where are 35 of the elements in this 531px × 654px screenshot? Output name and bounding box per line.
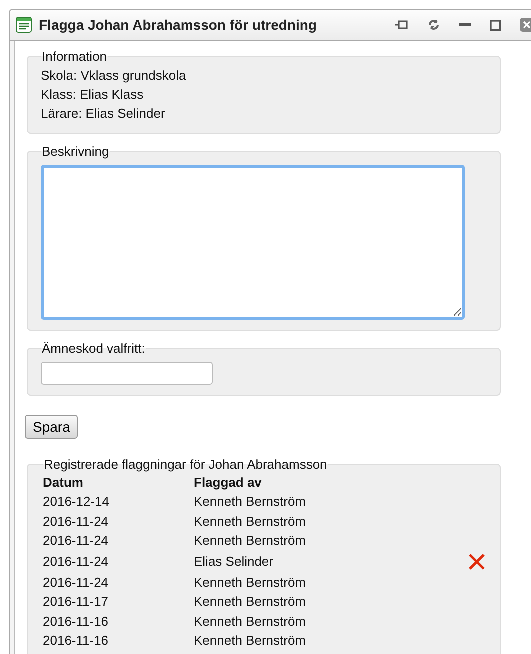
minimize-icon[interactable] bbox=[459, 23, 471, 27]
group-legend: Ämneskod valfritt: bbox=[41, 341, 146, 356]
info-text: Lärare: Elias Selinder bbox=[41, 105, 166, 123]
group-legend: Registrerade flaggningar för Johan Abrahamsson bbox=[43, 457, 328, 472]
subject-code-field[interactable] bbox=[41, 362, 213, 385]
table-cell-text: 2016-11-24 bbox=[43, 574, 110, 592]
table-cell-text: 2016-11-16 bbox=[43, 612, 110, 631]
table-cell-text: 2016-11-17 bbox=[43, 593, 110, 612]
table-cell-text: 2016-11-16 bbox=[43, 632, 110, 650]
table-cell-text: Elias Selinder bbox=[194, 553, 274, 571]
table-cell-text: 2016-11-24 bbox=[43, 532, 110, 550]
group-legend: Beskrivning bbox=[41, 144, 110, 159]
group-legend: Information bbox=[41, 49, 108, 64]
table-cell-text: Kenneth Bernström bbox=[194, 632, 308, 650]
refresh-icon[interactable] bbox=[428, 19, 440, 31]
info-text: Skola: Vklass grundskola bbox=[41, 67, 188, 85]
save-button[interactable]: Spara bbox=[25, 415, 78, 439]
table-cell-text: 2016-11-24 bbox=[43, 553, 110, 571]
table-cell-text: Kenneth Bernström bbox=[194, 512, 308, 531]
column-header: Flaggad av bbox=[194, 474, 263, 492]
column-header: Datum bbox=[43, 474, 84, 492]
table-cell-text: Kenneth Bernström bbox=[194, 593, 308, 612]
table-cell-text: Kenneth Bernström bbox=[194, 574, 308, 592]
table-cell-text: Kenneth Bernström bbox=[194, 612, 308, 631]
table-cell-text: 2016-12-14 bbox=[43, 493, 110, 512]
info-text: Klass: Elias Klass bbox=[41, 86, 145, 104]
table-cell-text: Kenneth Bernström bbox=[194, 493, 308, 512]
close-icon[interactable] bbox=[520, 18, 531, 32]
window-title: Flagga Johan Abrahamsson för utredning bbox=[39, 17, 318, 33]
table-cell-text: Kenneth Bernström bbox=[194, 532, 308, 550]
maximize-icon[interactable] bbox=[490, 20, 501, 30]
delete-icon[interactable] bbox=[468, 552, 486, 570]
table-cell-text: 2016-11-24 bbox=[43, 512, 110, 531]
form-icon bbox=[16, 17, 32, 33]
pin-icon[interactable] bbox=[395, 20, 409, 30]
